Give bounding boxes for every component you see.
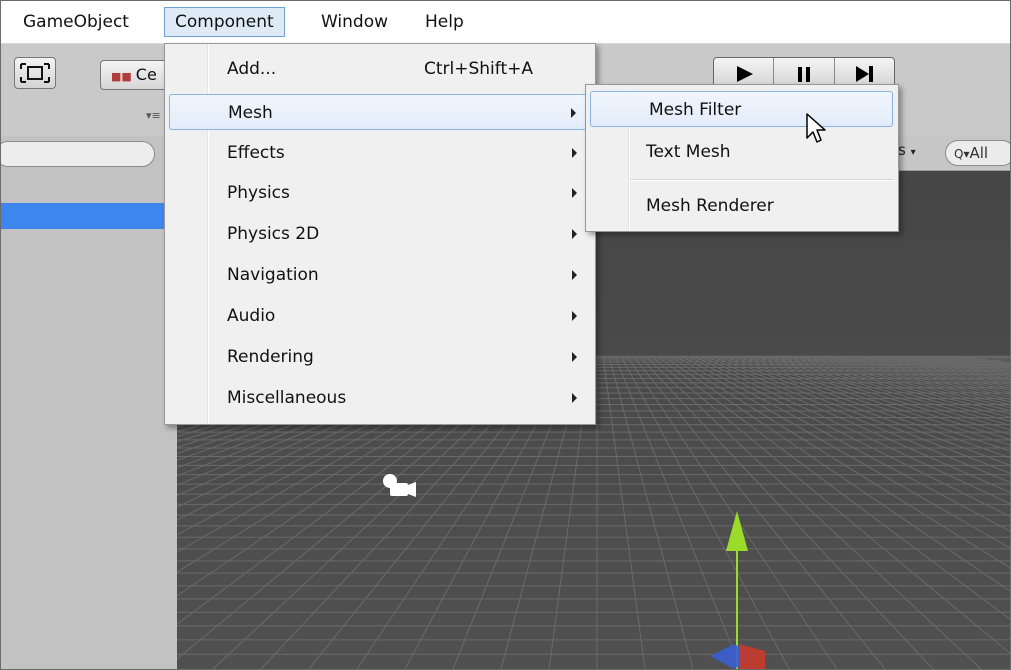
play-icon [736, 66, 753, 82]
application-window: GameObject Component Window Help ■■ Ce ▾≡ [0, 0, 1011, 670]
menu-item-label: Miscellaneous [227, 388, 347, 408]
menu-separator [630, 179, 894, 181]
submenu-arrow-icon [572, 188, 577, 198]
chevron-down-icon: ▾ [910, 147, 916, 158]
scene-search-input[interactable]: Q▾All [945, 140, 1010, 166]
menu-item-label: Text Mesh [646, 142, 731, 162]
menu-item-rendering[interactable]: Rendering [167, 339, 593, 375]
search-icon: Q▾ [954, 147, 970, 161]
gizmos-label: s [898, 141, 906, 159]
menu-bar: GameObject Component Window Help [1, 1, 1010, 44]
pause-icon [797, 67, 810, 82]
menu-item-physics-2d[interactable]: Physics 2D [167, 216, 593, 252]
menu-item-label: Mesh Renderer [646, 196, 774, 216]
submenu-arrow-icon [572, 393, 577, 403]
menu-help[interactable]: Help [415, 7, 474, 37]
submenu-arrow-icon [572, 270, 577, 280]
rect-tool-button[interactable] [14, 57, 56, 89]
menu-item-label: Rendering [227, 347, 314, 367]
component-menu: Add... Ctrl+Shift+A Mesh Effects Physics… [164, 43, 596, 425]
layout-menu-icon[interactable]: ▾≡ [146, 109, 161, 122]
submenu-arrow-icon [572, 352, 577, 362]
menu-item-label: Mesh Filter [649, 100, 742, 120]
hierarchy-selected-row[interactable] [1, 203, 177, 229]
rect-transform-icon [20, 63, 50, 83]
mesh-submenu: Mesh Filter Text Mesh Mesh Renderer [585, 84, 899, 232]
menu-item-add[interactable]: Add... Ctrl+Shift+A [167, 51, 593, 87]
menu-component[interactable]: Component [164, 7, 285, 37]
menu-item-navigation[interactable]: Navigation [167, 257, 593, 293]
menu-item-miscellaneous[interactable]: Miscellaneous [167, 380, 593, 416]
menu-item-physics[interactable]: Physics [167, 175, 593, 211]
submenu-item-mesh-renderer[interactable]: Mesh Renderer [588, 188, 894, 224]
mouse-cursor-icon [806, 113, 826, 143]
submenu-arrow-icon [571, 108, 576, 118]
menu-item-label: Effects [227, 143, 285, 163]
menu-item-label: Physics [227, 183, 290, 203]
menu-gameobject[interactable]: GameObject [13, 7, 139, 37]
gizmos-dropdown[interactable]: s ▾ [898, 141, 916, 159]
submenu-arrow-icon [572, 229, 577, 239]
pivot-center-label: Ce [135, 65, 157, 84]
submenu-arrow-icon [572, 311, 577, 321]
submenu-arrow-icon [572, 148, 577, 158]
menu-item-mesh[interactable]: Mesh [169, 94, 593, 130]
menu-item-label: Mesh [228, 103, 273, 123]
menu-window[interactable]: Window [311, 7, 398, 37]
menu-item-label: Navigation [227, 265, 319, 285]
submenu-item-mesh-filter[interactable]: Mesh Filter [590, 91, 893, 127]
submenu-item-text-mesh[interactable]: Text Mesh [588, 134, 894, 170]
pivot-icon: ■■ [111, 70, 132, 83]
scene-search-placeholder: All [969, 144, 989, 162]
menu-item-label: Audio [227, 306, 276, 326]
menu-item-audio[interactable]: Audio [167, 298, 593, 334]
step-icon [856, 66, 874, 82]
menu-item-label: Add... [227, 59, 277, 79]
hierarchy-search-input[interactable] [1, 141, 155, 167]
menu-item-effects[interactable]: Effects [167, 135, 593, 171]
menu-item-label: Physics 2D [227, 224, 320, 244]
menu-item-shortcut: Ctrl+Shift+A [424, 59, 534, 79]
